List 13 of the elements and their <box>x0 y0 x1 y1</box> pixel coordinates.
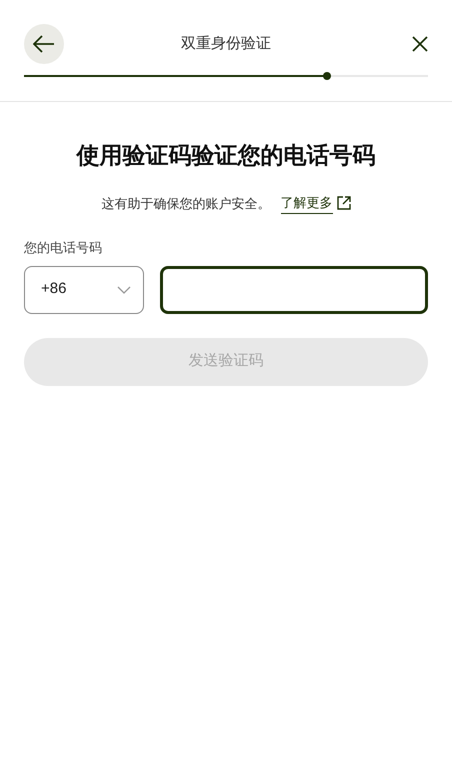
field-label: 您的电话号码 <box>24 239 103 258</box>
dialog-title: 双重身份验证 <box>181 34 271 54</box>
external-link-icon <box>336 196 350 210</box>
close-icon <box>412 36 428 52</box>
chevron-down-icon <box>117 286 131 294</box>
back-button[interactable] <box>24 24 64 64</box>
country-code-dropdown[interactable]: +86 <box>24 266 144 314</box>
progress-dot <box>323 72 331 80</box>
phone-number-field[interactable] <box>160 266 428 314</box>
back-arrow-icon <box>33 35 55 53</box>
heading: 使用验证码验证您的电话号码 <box>75 142 376 170</box>
learn-more-link[interactable]: 了解更多 <box>280 192 332 214</box>
helper-text: 这有助于确保您的账户安全。 <box>102 194 270 213</box>
